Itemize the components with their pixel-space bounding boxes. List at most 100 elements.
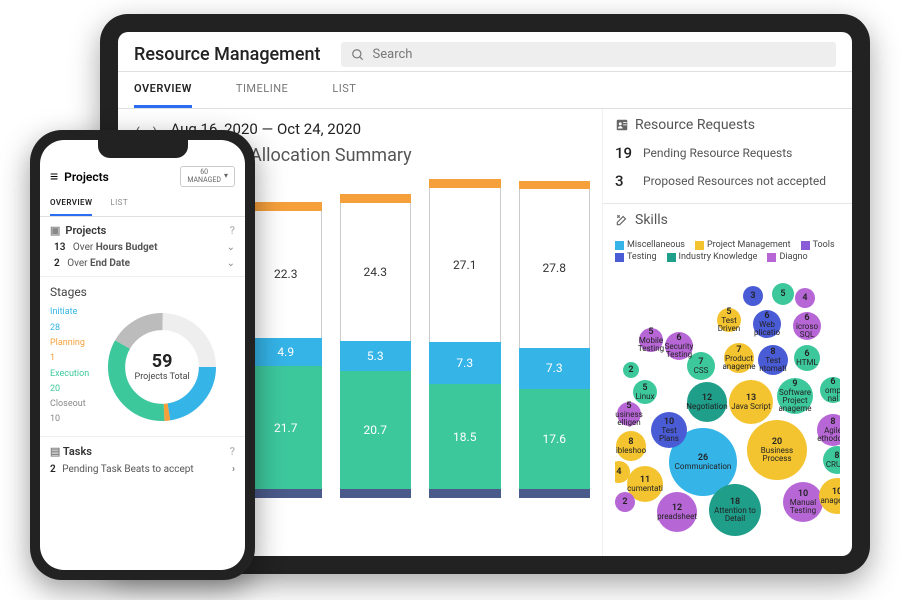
bar-column: 18.57.327.1 <box>429 178 501 498</box>
resource-request-row[interactable]: 19 Pending Resource Requests <box>615 139 840 167</box>
skill-bubble[interactable]: 8ibleshoo <box>616 431 646 461</box>
chevron-down-icon: ⌄ <box>227 242 235 253</box>
skills-bubble-chart: 26Communication20Business Process18Atten… <box>615 262 840 548</box>
menu-icon[interactable]: ≡ <box>50 168 58 185</box>
phone-device: ≡ Projects 60MANAGED OVERVIEW LIST ▣Proj… <box>30 130 255 580</box>
skill-bubble[interactable]: 18Attention to Detail <box>709 484 761 536</box>
stage-item[interactable]: Closeout10 <box>50 397 89 428</box>
skill-bubble[interactable]: 6icroso SQL <box>793 312 821 340</box>
legend-item[interactable]: Testing <box>615 252 657 262</box>
tablet-sidebar: Resource Requests 19 Pending Resource Re… <box>602 109 852 556</box>
task-row[interactable]: 2 Pending Task Beats to accept › <box>50 464 235 475</box>
skill-bubble[interactable]: 5Linux <box>633 380 657 404</box>
bar-segment-green: 17.6 <box>519 389 591 489</box>
tab-timeline[interactable]: TIMELINE <box>236 72 288 108</box>
skill-bubble[interactable]: 5Mobile Testing <box>639 328 663 352</box>
project-row[interactable]: 2 Over End Date ⌄ <box>50 253 235 269</box>
stage-item[interactable]: Initiate28 <box>50 305 89 336</box>
chevron-down-icon: ⌄ <box>227 258 235 269</box>
skill-bubble[interactable]: 5Test Driven <box>717 308 741 332</box>
skill-bubble[interactable]: 10Manual Testing <box>783 482 823 522</box>
phone-title-group: ≡ Projects <box>50 168 109 185</box>
tab-overview[interactable]: OVERVIEW <box>50 191 92 216</box>
page-title: Resource Management <box>134 44 321 65</box>
skill-bubble[interactable]: 8Test ntomati <box>758 345 788 375</box>
legend-swatch <box>695 241 704 250</box>
bar-segment-white: 27.8 <box>519 189 591 347</box>
skill-bubble[interactable]: 3Error <box>743 286 763 306</box>
bar-segment-blue: 4.9 <box>250 338 322 366</box>
skill-bubble[interactable]: 6Security Testing <box>665 332 693 360</box>
skill-bubble[interactable]: 2Oriente <box>615 492 635 512</box>
skill-bubble[interactable]: 7Product anageme <box>724 343 754 373</box>
project-row[interactable]: 13 Over Hours Budget ⌄ <box>50 237 235 253</box>
legend-swatch <box>767 253 776 262</box>
legend-swatch <box>667 253 676 262</box>
skill-bubble[interactable]: 8Agile ethodolo <box>817 414 840 446</box>
skill-bubble[interactable]: 5usiness elligen <box>617 402 641 426</box>
skills-title: Skills <box>615 212 840 228</box>
tasks-section: ▤ Tasks ? 2 Pending Task Beats to accept… <box>40 437 245 483</box>
bar-segment-green: 18.5 <box>429 384 501 489</box>
arrow-right-icon: › <box>232 464 235 475</box>
stages-title: Stages <box>50 285 235 299</box>
bar-segment-blue: 7.3 <box>519 348 591 390</box>
stages-body: Initiate28Planning1Execution20Closeout10… <box>50 305 235 427</box>
phone-notch <box>98 140 188 158</box>
legend-swatch <box>615 253 624 262</box>
legend-item[interactable]: Project Management <box>695 240 791 250</box>
legend-item[interactable]: Tools <box>801 240 835 250</box>
skill-bubble[interactable]: 12preadsheet <box>657 492 697 532</box>
skill-bubble[interactable]: 6omp nal <box>820 377 840 403</box>
bar-segment-green: 21.7 <box>250 366 322 490</box>
donut-center: 59 Projects Total <box>135 351 190 382</box>
skill-bubble[interactable]: 13Java Script <box>729 380 773 424</box>
resource-request-row[interactable]: 3 Proposed Resources not accepted <box>615 167 840 195</box>
projects-section: ▣Projects ? 13 Over Hours Budget ⌄ 2 Ove… <box>40 217 245 277</box>
resource-requests-icon <box>615 118 629 132</box>
phone-tabs: OVERVIEW LIST <box>40 191 245 217</box>
projects-section-title: ▣Projects ? <box>50 224 235 237</box>
skill-bubble[interactable]: 12Negotiation <box>687 382 727 422</box>
stages-section: Stages Initiate28Planning1Execution20Clo… <box>40 277 245 436</box>
chart-title: Allocation Summary <box>250 145 590 166</box>
bar-segment-blue: 5.3 <box>340 341 412 371</box>
bar-column: 20.75.324.3 <box>340 178 412 498</box>
legend-item[interactable]: Industry Knowledge <box>667 252 758 262</box>
phone-screen: ≡ Projects 60MANAGED OVERVIEW LIST ▣Proj… <box>40 140 245 570</box>
legend-swatch <box>615 241 624 250</box>
phone-title: Projects <box>64 170 109 184</box>
skill-bubble[interactable]: 6HTML <box>794 345 820 371</box>
bar-segment-navy <box>340 489 412 498</box>
bar-segment-blue: 7.3 <box>429 342 501 384</box>
help-icon[interactable]: ? <box>230 445 235 458</box>
skill-bubble[interactable]: 5rchitect <box>772 283 794 305</box>
stage-item[interactable]: Planning1 <box>50 336 89 367</box>
legend-swatch <box>801 241 810 250</box>
resource-requests-title: Resource Requests <box>615 117 840 133</box>
legend-item[interactable]: Miscellaneous <box>615 240 685 250</box>
tab-overview[interactable]: OVERVIEW <box>134 72 192 108</box>
skill-bubble[interactable]: 8CRUM <box>823 446 840 474</box>
skill-bubble[interactable]: 2gra <box>623 362 639 378</box>
tab-list[interactable]: LIST <box>332 72 356 108</box>
tablet-tabs: OVERVIEW TIMELINE LIST <box>118 72 852 109</box>
folder-icon: ▣ <box>50 224 60 237</box>
skill-bubble[interactable]: 9Software Project anageme <box>777 378 813 414</box>
skill-bubble[interactable]: 6Web plicatio <box>753 310 781 338</box>
skill-bubble[interactable]: 10Test Plans <box>651 412 687 448</box>
tab-list[interactable]: LIST <box>110 191 128 216</box>
search-icon <box>351 48 365 62</box>
bar-segment-orange <box>429 179 501 188</box>
stages-list: Initiate28Planning1Execution20Closeout10 <box>50 305 89 427</box>
legend-item[interactable]: Diagno <box>767 252 807 262</box>
managed-filter[interactable]: 60MANAGED <box>180 166 235 187</box>
help-icon[interactable]: ? <box>230 224 235 237</box>
skill-bubble[interactable]: 20Business Process <box>747 420 807 480</box>
skills-card: Skills Miscellaneous Project Management To… <box>603 204 852 556</box>
stages-donut: 59 Projects Total <box>89 307 235 427</box>
bar-column: 21.74.922.3 <box>250 178 322 498</box>
stage-item[interactable]: Execution20 <box>50 367 89 398</box>
skill-bubble[interactable]: 4 <box>795 288 815 308</box>
search-input[interactable]: Search <box>341 42 836 67</box>
